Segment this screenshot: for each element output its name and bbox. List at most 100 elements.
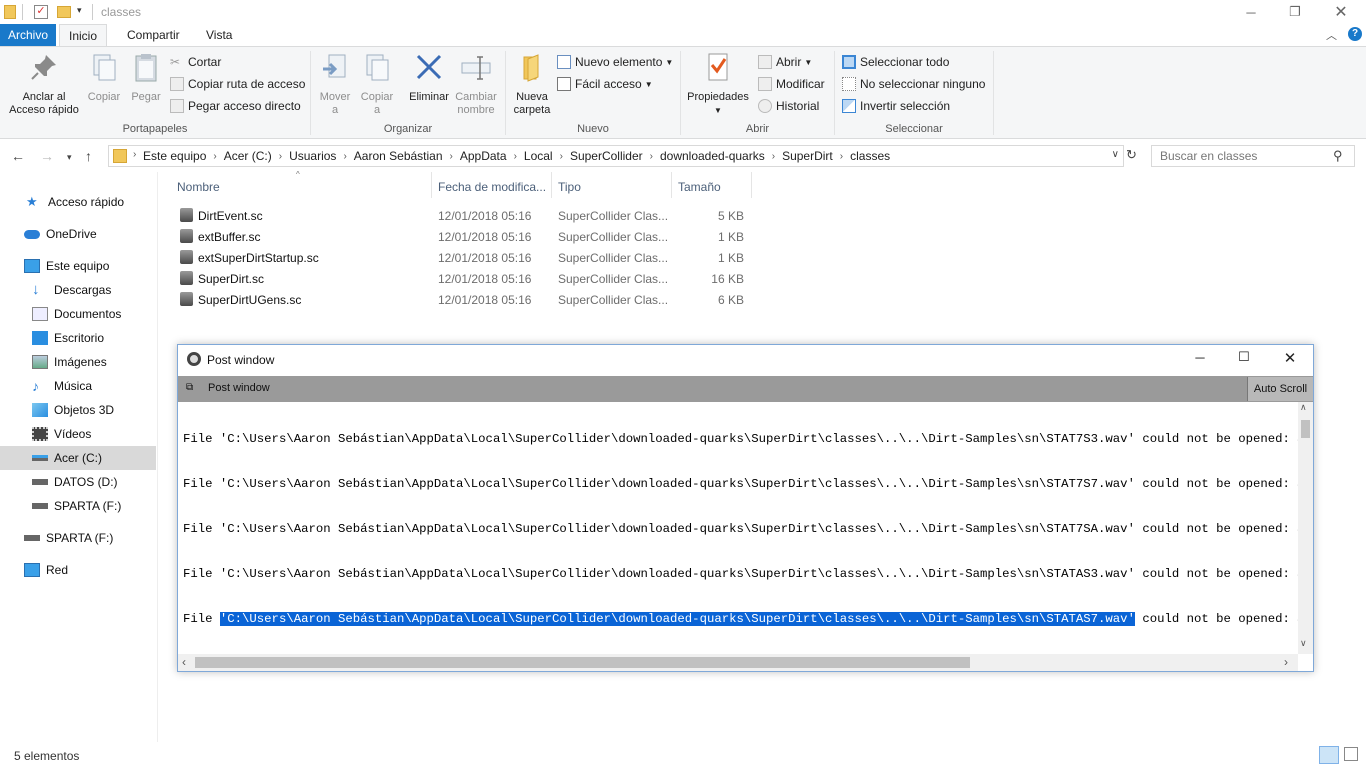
file-row[interactable]: SuperDirtUGens.sc 12/01/2018 05:16 Super… [176,289,756,310]
file-row[interactable]: extSuperDirtStartup.sc 12/01/2018 05:16 … [176,247,756,268]
back-arrow-icon[interactable]: ← [11,148,25,164]
collapse-ribbon-icon[interactable]: ︿ [1326,27,1337,43]
column-header-date[interactable]: Fecha de modifica... [438,180,546,194]
details-view-icon[interactable] [1319,746,1339,764]
breadcrumb-downloaded-quarks[interactable]: downloaded-quarks [660,149,765,163]
properties-button[interactable]: Propiedades ▼ [684,51,752,117]
maximize-button[interactable]: ☐ [1232,349,1256,365]
properties-quick-icon[interactable]: ✓ [34,5,48,19]
easy-access-button[interactable]: Fácil acceso ▼ [557,74,673,94]
restore-button[interactable]: ❐ [1272,0,1318,24]
search-input[interactable]: Buscar en classes [1151,145,1355,167]
breadcrumb-aaron[interactable]: Aaron Sebástian [354,149,443,163]
sidebar-item-escritorio[interactable]: Escritorio [0,326,156,350]
delete-button[interactable]: Eliminar [406,51,452,104]
sidebar-item-sparta-f-root[interactable]: SPARTA (F:) [0,526,156,550]
post-window-titlebar[interactable]: Post window ─ ☐ ✕ [178,345,1313,375]
pin-quick-access-button[interactable]: Anclar al Acceso rápido [4,51,84,117]
scroll-down-icon[interactable]: ∨ [1300,638,1307,649]
cut-button[interactable]: ✂ Cortar [170,52,305,72]
move-to-button[interactable]: Mover a [316,51,354,117]
post-window[interactable]: Post window ─ ☐ ✕ ⧉ Post window Auto Scr… [177,344,1314,672]
scroll-up-icon[interactable]: ∧ [1300,402,1307,413]
address-bar[interactable]: › Este equipo › Acer (C:) › Usuarios › Aaro… [108,145,1124,167]
column-header-name[interactable]: Nombre [177,180,220,194]
breadcrumb-appdata[interactable]: AppData [460,149,507,163]
rename-button[interactable]: Cambiar nombre [454,51,498,117]
sidebar-item-documentos[interactable]: Documentos [0,302,156,326]
sidebar-item-este-equipo[interactable]: Este equipo [0,254,156,278]
new-folder-quick-icon[interactable] [57,6,71,18]
up-arrow-icon[interactable]: ↑ [85,148,92,164]
log-line-selected: File 'C:\Users\Aaron Sebástian\AppData\L… [183,612,1298,626]
tab-inicio[interactable]: Inicio [59,24,108,47]
close-button[interactable]: ✕ [1278,349,1302,367]
invert-selection-button[interactable]: Invertir selección [842,96,985,116]
scrollbar-thumb[interactable] [195,657,970,668]
large-icons-view-icon[interactable] [1344,747,1358,761]
forward-arrow-icon[interactable]: → [40,148,54,164]
breadcrumb-local[interactable]: Local [524,149,553,163]
tab-compartir[interactable]: Compartir [118,24,189,46]
breadcrumb-supercollider[interactable]: SuperCollider [570,149,643,163]
title-bar: ✓ ▾ classes ─ ❐ ✕ [0,0,1366,24]
vertical-scrollbar[interactable]: ∧ ∨ [1298,402,1313,654]
search-icon[interactable]: ⚲ [1333,148,1343,164]
column-header-type[interactable]: Tipo [558,180,581,194]
sidebar-item-sparta-f[interactable]: SPARTA (F:) [0,494,156,518]
window-title: classes [101,5,142,19]
history-button[interactable]: Historial [758,96,825,116]
sidebar-item-descargas[interactable]: ↓ Descargas [0,278,156,302]
breadcrumb-classes[interactable]: classes [850,149,890,163]
copy-path-button[interactable]: Copiar ruta de acceso [170,74,305,94]
sidebar-item-acceso-rapido[interactable]: ★ Acceso rápido [0,190,156,214]
help-icon[interactable]: ? [1348,27,1362,41]
sidebar-item-videos[interactable]: Vídeos [0,422,156,446]
tab-vista[interactable]: Vista [197,24,241,46]
tab-archivo[interactable]: Archivo [0,24,56,46]
dropdown-arrow-icon: ▼ [644,79,653,89]
chevron-right-icon: › [513,150,517,162]
close-button[interactable]: ✕ [1318,0,1364,24]
file-row[interactable]: extBuffer.sc 12/01/2018 05:16 SuperColli… [176,226,756,247]
new-item-button[interactable]: Nuevo elemento ▼ [557,52,673,72]
customize-qat-icon[interactable]: ▾ [77,5,82,16]
paste-button[interactable]: Pegar [128,51,164,104]
paste-shortcut-button[interactable]: Pegar acceso directo [170,96,305,116]
scroll-left-icon[interactable]: ‹ [182,655,186,669]
sidebar-item-red[interactable]: Red [0,558,156,582]
scroll-right-icon[interactable]: › [1284,655,1288,669]
new-folder-button[interactable]: Nueva carpeta [510,51,554,117]
select-all-button[interactable]: Seleccionar todo [842,52,985,72]
refresh-icon[interactable]: ↻ [1126,147,1137,163]
edit-button[interactable]: Modificar [758,74,825,94]
sidebar-item-datos-d[interactable]: DATOS (D:) [0,470,156,494]
images-icon [32,355,48,369]
auto-scroll-button[interactable]: Auto Scroll [1247,377,1313,401]
sidebar-item-musica[interactable]: ♪ Música [0,374,156,398]
breadcrumb-acer-c[interactable]: Acer (C:) [224,149,272,163]
recent-locations-icon[interactable]: ▾ [67,152,72,163]
minimize-button[interactable]: ─ [1228,0,1274,24]
breadcrumb-usuarios[interactable]: Usuarios [289,149,336,163]
copy-button[interactable]: Copiar [86,51,122,104]
horizontal-scrollbar[interactable]: ‹ › [178,654,1298,671]
sidebar-item-onedrive[interactable]: OneDrive [0,222,156,246]
sidebar-item-acer-c[interactable]: Acer (C:) [0,446,156,470]
breadcrumb-superdirt[interactable]: SuperDirt [782,149,833,163]
file-row[interactable]: DirtEvent.sc 12/01/2018 05:16 SuperColli… [176,205,756,226]
address-dropdown-icon[interactable]: ∨ [1112,149,1119,160]
file-row[interactable]: SuperDirt.sc 12/01/2018 05:16 SuperColli… [176,268,756,289]
scrollbar-thumb[interactable] [1301,420,1310,438]
sidebar-item-imagenes[interactable]: Imágenes [0,350,156,374]
sidebar-item-objetos-3d[interactable]: Objetos 3D [0,398,156,422]
undock-icon[interactable]: ⧉ [186,382,193,393]
breadcrumb-este-equipo[interactable]: Este equipo [143,149,206,163]
select-none-button[interactable]: No seleccionar ninguno [842,74,985,94]
copy-to-button[interactable]: Copiar a [358,51,396,117]
dropdown-arrow-icon: ▼ [714,106,722,115]
column-header-size[interactable]: Tamaño [678,180,721,194]
minimize-button[interactable]: ─ [1188,350,1212,365]
post-window-text-area[interactable]: File 'C:\Users\Aaron Sebástian\AppData\L… [178,402,1298,654]
open-button[interactable]: Abrir ▼ [758,52,825,72]
